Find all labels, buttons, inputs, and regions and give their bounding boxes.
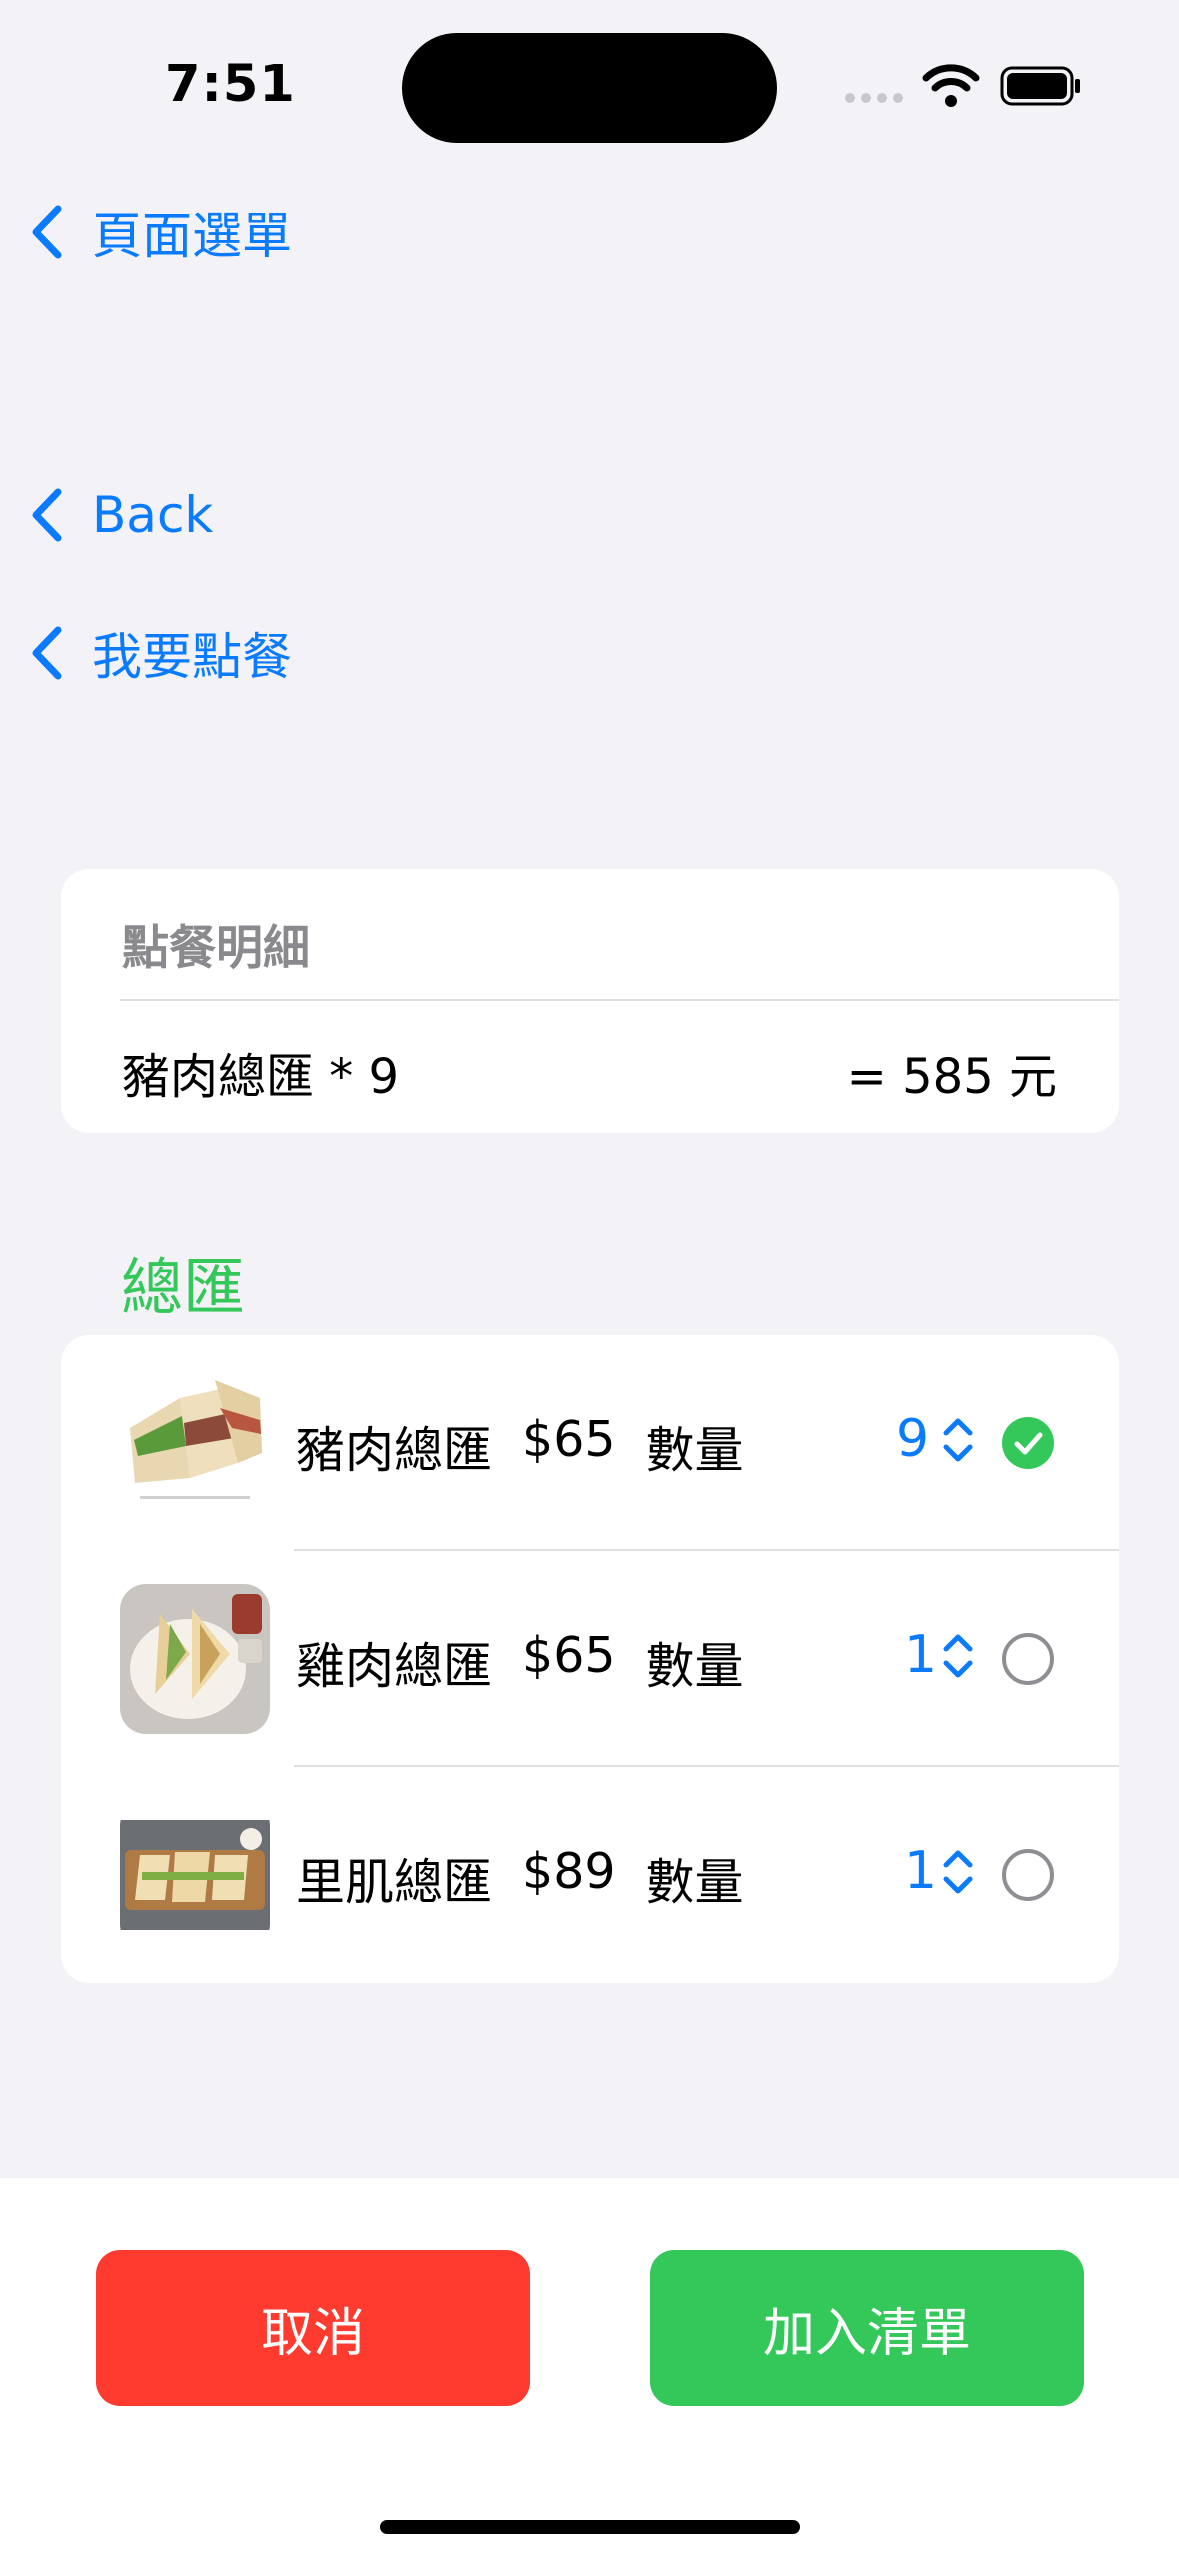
chevron-up-down-icon[interactable] bbox=[941, 1847, 975, 1897]
back-link-label: Back bbox=[92, 486, 214, 544]
item-price: $89 bbox=[522, 1843, 616, 1900]
wifi-icon bbox=[922, 64, 980, 107]
quantity-label: 數量 bbox=[645, 1638, 744, 1695]
cellular-signal-icon bbox=[845, 93, 903, 103]
item-name: 里肌總匯 bbox=[296, 1854, 493, 1911]
section-title: 總匯 bbox=[121, 1251, 246, 1324]
back-link-label: 我要點餐 bbox=[92, 628, 292, 686]
item-name: 雞肉總匯 bbox=[296, 1638, 493, 1695]
item-price: $65 bbox=[522, 1411, 616, 1468]
list-item[interactable]: 里肌總匯 $89 數量 1 bbox=[61, 1767, 1119, 1983]
quantity-value[interactable]: 9 bbox=[896, 1409, 929, 1469]
chevron-up-down-icon[interactable] bbox=[941, 1415, 975, 1465]
list-item[interactable]: 豬肉總匯 $65 數量 9 bbox=[61, 1335, 1119, 1551]
chevron-left-icon bbox=[32, 205, 62, 259]
checkmark-circle-icon[interactable] bbox=[1002, 1417, 1054, 1469]
empty-circle-icon[interactable] bbox=[1002, 1849, 1054, 1901]
back-link-back[interactable]: Back bbox=[26, 486, 213, 544]
divider bbox=[120, 999, 1119, 1001]
sandwich-thumbnail bbox=[120, 1800, 270, 1950]
status-time: 7:51 bbox=[165, 55, 296, 114]
chevron-left-icon bbox=[32, 626, 62, 680]
dynamic-island bbox=[402, 33, 777, 143]
chevron-left-icon bbox=[32, 488, 62, 542]
summary-item: 豬肉總匯 * 9 bbox=[122, 1049, 400, 1105]
item-price: $65 bbox=[522, 1627, 616, 1684]
back-link-label: 頁面選單 bbox=[92, 207, 292, 265]
sandwich-thumbnail bbox=[120, 1584, 270, 1734]
back-link-order[interactable]: 我要點餐 bbox=[26, 617, 292, 689]
cancel-button[interactable]: 取消 bbox=[96, 2250, 530, 2406]
chevron-up-down-icon[interactable] bbox=[941, 1631, 975, 1681]
quantity-value[interactable]: 1 bbox=[904, 1841, 937, 1901]
empty-circle-icon[interactable] bbox=[1002, 1633, 1054, 1685]
quantity-label: 數量 bbox=[645, 1422, 744, 1479]
sandwich-thumbnail bbox=[120, 1368, 270, 1518]
menu-list: 豬肉總匯 $65 數量 9 雞肉總匯 $65 數量 1 里肌總匯 $89 數量 … bbox=[61, 1335, 1119, 1983]
battery-icon bbox=[1000, 66, 1080, 106]
summary-total: = 585 元 bbox=[846, 1049, 1057, 1105]
item-name: 豬肉總匯 bbox=[296, 1422, 493, 1479]
order-summary-card: 點餐明細 豬肉總匯 * 9 = 585 元 bbox=[61, 869, 1119, 1133]
back-link-page-menu[interactable]: 頁面選單 bbox=[26, 196, 292, 268]
home-indicator bbox=[380, 2520, 800, 2534]
list-item[interactable]: 雞肉總匯 $65 數量 1 bbox=[61, 1551, 1119, 1767]
quantity-value[interactable]: 1 bbox=[904, 1625, 937, 1685]
summary-header: 點餐明細 bbox=[122, 921, 310, 976]
bottom-action-bar: 取消 加入清單 bbox=[0, 2178, 1179, 2556]
quantity-label: 數量 bbox=[645, 1854, 744, 1911]
add-to-list-button[interactable]: 加入清單 bbox=[650, 2250, 1084, 2406]
